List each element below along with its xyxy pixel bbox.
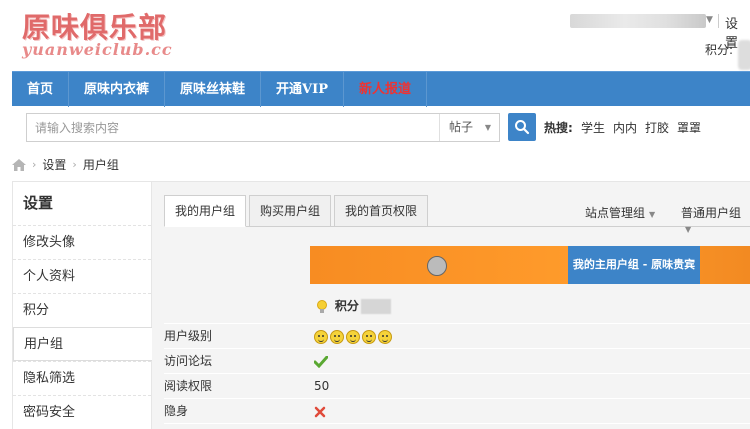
row-label: 隐身 [164, 404, 189, 418]
permission-table: 积分 用户级别 访问论坛 阅读权限 50 隐身 [164, 288, 750, 424]
breadcrumb-item[interactable]: 设置 [42, 156, 66, 173]
normal-group-label: 普通用户组 [681, 206, 742, 220]
points-row-label: 积分 [334, 299, 359, 313]
search-button[interactable] [508, 113, 536, 141]
breadcrumb: › 设置 › 用户组 [12, 156, 119, 173]
site-logo-domain[interactable]: yuanweiclub.cc [22, 40, 173, 59]
primary-group-label: 我的主用户组 - 原味贵宾 [568, 246, 700, 284]
hot-search-link[interactable]: 罩罩 [677, 119, 701, 136]
hot-search-link[interactable]: 打胶 [645, 119, 669, 136]
sidebar-title: 设置 [23, 194, 54, 212]
sidebar-item-avatar[interactable]: 修改头像 [13, 225, 151, 259]
hot-search-link[interactable]: 学生 [581, 119, 605, 136]
hot-search-label: 热搜: [544, 121, 573, 135]
admin-group-label: 站点管理组 [585, 206, 646, 220]
nav-item-home[interactable]: 首页 [12, 72, 70, 107]
sidebar-item-privacy[interactable]: 隐私筛选 [13, 361, 151, 395]
cross-icon [314, 399, 326, 424]
search-icon [515, 120, 530, 135]
search-type-label: 帖子 [449, 120, 474, 134]
smiley-icon [330, 329, 344, 344]
sidebar-item-points[interactable]: 积分 [13, 293, 151, 327]
sidebar-item-usergroup[interactable]: 用户组 [13, 327, 152, 361]
search-input[interactable] [27, 114, 439, 141]
breadcrumb-item[interactable]: 用户组 [83, 156, 119, 173]
smiley-icon [362, 329, 376, 344]
hot-search-links: 学生 内内 打胶 罩罩 [581, 119, 701, 136]
lightbulb-icon [317, 299, 327, 313]
header-points-label: 积分: [705, 43, 734, 57]
group-marker-icon [427, 256, 447, 276]
sidebar-item-profile[interactable]: 个人资料 [13, 259, 151, 293]
search-bar: 帖子 ▼ [26, 113, 500, 142]
settings-sidebar: 设置 修改头像 个人资料 积分 用户组 隐私筛选 密码安全 [12, 181, 152, 429]
home-icon[interactable] [12, 158, 26, 171]
nav-item-newbie[interactable]: 新人报道 [344, 72, 428, 107]
normal-group-dropdown[interactable]: 普通用户组 ▼ [681, 204, 750, 235]
usergroup-banner: 我的主用户组 - 原味贵宾 [310, 246, 750, 284]
chevron-down-icon: ▼ [649, 210, 656, 219]
table-row: 隐身 [164, 399, 750, 424]
user-level-stars [314, 324, 394, 349]
username-blurred[interactable] [570, 14, 706, 28]
row-label: 访问论坛 [164, 354, 213, 368]
check-icon [313, 349, 329, 374]
points-value-blurred [738, 40, 750, 70]
breadcrumb-separator-icon: › [72, 158, 77, 171]
table-row: 访问论坛 [164, 349, 750, 374]
nav-item-stockings[interactable]: 原味丝袜鞋 [165, 72, 262, 107]
chevron-down-icon[interactable]: ▼ [706, 15, 713, 25]
hot-search-link[interactable]: 内内 [613, 119, 637, 136]
points-row: 积分 [316, 288, 391, 324]
table-row: 用户级别 [164, 324, 750, 349]
breadcrumb-separator-icon: › [32, 158, 37, 171]
nav-item-vip[interactable]: 开通VIP [261, 72, 344, 107]
smiley-icon [378, 329, 392, 344]
table-row: 阅读权限 50 [164, 374, 750, 399]
table-row: 积分 [164, 288, 750, 324]
tab-buy-usergroup[interactable]: 购买用户组 [249, 195, 332, 227]
chevron-down-icon: ▼ [685, 225, 692, 234]
sidebar-item-password[interactable]: 密码安全 [13, 395, 151, 429]
smiley-icon [346, 329, 360, 344]
main-content: 我的用户组 购买用户组 我的首页权限 站点管理组 ▼ 普通用户组▼ 我的主用户组 … [152, 181, 750, 429]
admin-group-dropdown[interactable]: 站点管理组 ▼ [585, 204, 655, 221]
read-permission-value: 50 [314, 379, 330, 393]
row-label: 用户级别 [164, 329, 213, 343]
smiley-icon [314, 329, 328, 344]
tab-homepage-permission[interactable]: 我的首页权限 [334, 195, 429, 227]
search-type-select[interactable]: 帖子 ▼ [439, 114, 499, 141]
tab-my-usergroup[interactable]: 我的用户组 [164, 195, 247, 227]
usergroup-tabs: 我的用户组 购买用户组 我的首页权限 [164, 195, 429, 227]
header-divider [718, 14, 719, 28]
points-value-blurred [360, 299, 391, 314]
nav-item-underwear[interactable]: 原味内衣裤 [69, 72, 166, 107]
chevron-down-icon: ▼ [484, 123, 491, 132]
row-label: 阅读权限 [164, 379, 213, 393]
main-nav: 首页 原味内衣裤 原味丝袜鞋 开通VIP 新人报道 [12, 71, 750, 107]
